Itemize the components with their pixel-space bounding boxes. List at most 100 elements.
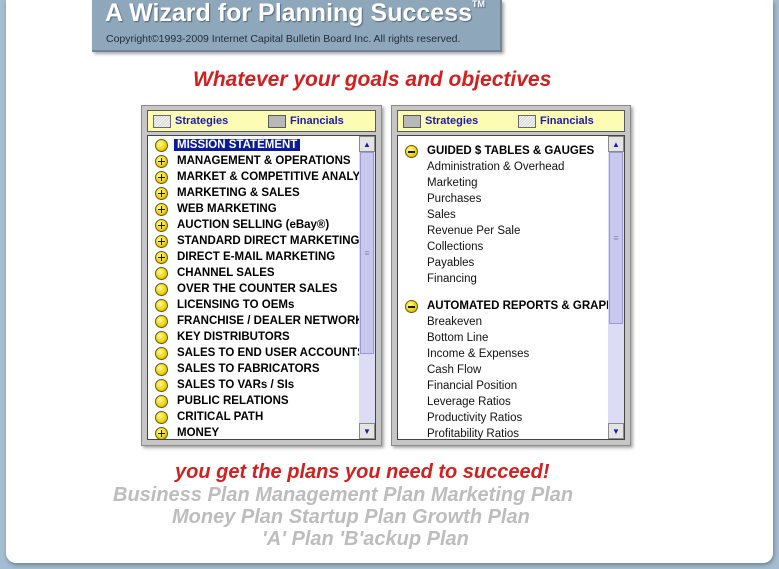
header-banner: A Wizard for Planning SuccessTM Copyrigh… [92,0,502,52]
financials-list[interactable]: GUIDED $ TABLES & GAUGES Administration &… [397,135,625,440]
list-item[interactable]: Collections [427,239,483,255]
tab-bar: Strategies Financials [147,110,376,132]
list-item-label: MANAGEMENT & OPERATIONS [177,155,351,167]
group-header-label: GUIDED $ TABLES & GAUGES [427,145,595,157]
list-item[interactable]: CHANNEL SALES [148,265,275,281]
list-item[interactable]: FRANCHISE / DEALER NETWORK [148,313,359,329]
list-item[interactable]: Breakeven [427,314,482,330]
list-item[interactable]: MONEY [148,425,219,439]
list-item-label: MISSION STATEMENT [172,138,302,152]
list-item[interactable]: Financing [427,271,477,287]
list-item[interactable]: SALES TO END USER ACCOUNTS [148,345,359,361]
list-item-label: KEY DISTRIBUTORS [177,331,290,343]
list-item[interactable]: WEB MARKETING [148,201,277,217]
vertical-scrollbar[interactable]: ▲ ≡ ▼ [608,136,624,439]
checkbox-striped-icon [153,114,171,128]
yellow-dot-icon [155,314,168,328]
tab-financials[interactable]: Financials [513,111,594,131]
yellow-dot-icon [155,266,168,280]
yellow-dot-icon [155,282,168,296]
list-item[interactable]: Income & Expenses [427,346,529,362]
list-item[interactable]: SALES TO FABRICATORS [148,361,320,377]
expand-plus-icon[interactable] [155,202,168,216]
list-item[interactable]: MARKETING & SALES [148,185,300,201]
expand-plus-icon[interactable] [155,186,168,200]
group-header[interactable]: GUIDED $ TABLES & GAUGES [398,143,594,159]
list-item[interactable]: LICENSING TO OEMs [148,297,294,313]
list-item[interactable]: Productivity Ratios [427,410,522,426]
scroll-thumb[interactable]: ≡ [609,152,623,324]
expand-plus-icon[interactable] [155,426,168,439]
tab-strategies[interactable]: Strategies [398,111,513,131]
expand-plus-icon[interactable] [155,218,168,232]
plans-line-3: 'A' Plan 'B'ackup Plan [262,528,469,550]
expand-plus-icon[interactable] [155,250,168,264]
list-item[interactable]: Sales [427,207,456,223]
copyright-text: Copyright©1993-2009 Internet Capital Bul… [106,33,461,45]
tab-bar: Strategies Financials [397,110,625,132]
list-item[interactable]: DIRECT E-MAIL MARKETING [148,249,335,265]
list-item[interactable]: KEY DISTRIBUTORS [148,329,290,345]
list-item[interactable]: Purchases [427,191,481,207]
financials-panel: Strategies Financials GUIDED $ TABLES & … [391,105,631,446]
list-item[interactable]: Financial Position [427,378,517,394]
scroll-up-button[interactable]: ▲ [359,136,375,152]
list-item[interactable]: AUCTION SELLING (eBay®) [148,217,329,233]
yellow-dot-icon [155,410,168,424]
collapse-minus-icon[interactable] [405,144,418,158]
yellow-dot-icon [155,330,168,344]
list-item[interactable]: PUBLIC RELATIONS [148,393,289,409]
list-item[interactable]: Cash Flow [427,362,481,378]
tab-strategies[interactable]: Strategies [148,111,263,131]
group-header[interactable]: AUTOMATED REPORTS & GRAPHS [398,298,608,314]
scroll-thumb[interactable]: ≡ [360,152,374,354]
list-item[interactable]: Leverage Ratios [427,394,511,410]
list-item[interactable]: OVER THE COUNTER SALES [148,281,337,297]
yellow-dot-icon [155,362,168,376]
list-item[interactable]: MANAGEMENT & OPERATIONS [148,153,351,169]
tagline: Whatever your goals and objectives [193,68,552,91]
list-item-label: OVER THE COUNTER SALES [177,283,338,295]
list-item-label: LICENSING TO OEMs [177,299,295,311]
list-item[interactable]: Administration & Overhead [427,159,564,175]
expand-plus-icon[interactable] [155,234,168,248]
list-item[interactable]: MARKET & COMPETITIVE ANALYSIS [148,169,359,185]
list-item-label: PUBLIC RELATIONS [177,395,289,407]
plans-line-2: Money Plan Startup Plan Growth Plan [172,506,530,528]
list-item-label: SALES TO VARs / SIs [177,379,295,391]
list-item-label: SALES TO FABRICATORS [177,363,320,375]
list-item-label: STANDARD DIRECT MARKETING [177,235,359,247]
list-item[interactable]: Revenue Per Sale [427,223,520,239]
group-header-label: AUTOMATED REPORTS & GRAPHS [427,300,608,312]
list-item-label: MONEY [177,427,220,439]
tab-financials[interactable]: Financials [263,111,344,131]
scroll-down-button[interactable]: ▼ [608,423,624,439]
financials-list-items: GUIDED $ TABLES & GAUGES Administration &… [398,136,608,439]
checkbox-gray-icon [268,114,286,128]
list-item[interactable]: Marketing [427,175,478,191]
list-item[interactable]: SALES TO VARs / SIs [148,377,294,393]
list-item[interactable]: CRITICAL PATH [148,409,263,425]
list-item-label: CHANNEL SALES [177,267,275,279]
expand-plus-icon[interactable] [155,154,168,168]
scroll-down-button[interactable]: ▼ [359,423,375,439]
list-item[interactable]: STANDARD DIRECT MARKETING [148,233,359,249]
list-item-label: CRITICAL PATH [177,411,264,423]
scroll-up-button[interactable]: ▲ [608,136,624,152]
list-item[interactable]: Payables [427,255,474,271]
expand-plus-icon[interactable] [155,170,168,184]
strategies-list[interactable]: MISSION STATEMENT MANAGEMENT & OPERATIONS… [147,135,376,440]
list-item-label: WEB MARKETING [177,203,277,215]
yellow-dot-icon [155,346,168,360]
vertical-scrollbar[interactable]: ▲ ≡ ▼ [359,136,375,439]
list-item-label: SALES TO END USER ACCOUNTS [177,347,359,359]
list-item-label: DIRECT E-MAIL MARKETING [177,251,336,263]
list-item[interactable]: Profitability Ratios [427,426,519,439]
yellow-dot-icon [155,138,168,152]
list-item[interactable]: MISSION STATEMENT [148,137,302,153]
list-item[interactable]: Bottom Line [427,330,488,346]
list-item-label: MARKETING & SALES [177,187,300,199]
collapse-minus-icon[interactable] [405,299,418,313]
list-item-label: FRANCHISE / DEALER NETWORK [177,315,359,327]
checkbox-gray-icon [403,114,421,128]
